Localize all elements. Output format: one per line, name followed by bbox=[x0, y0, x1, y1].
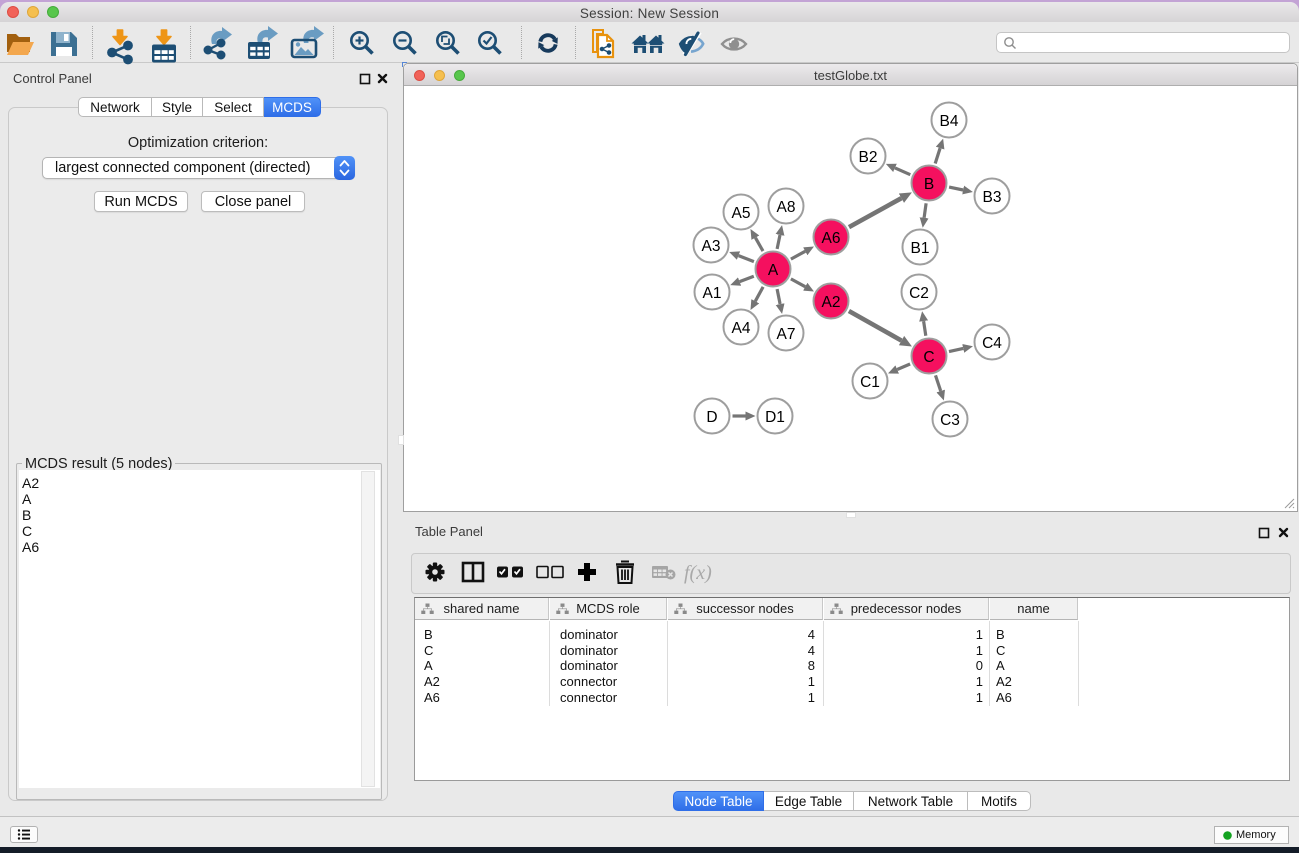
svg-text:A8: A8 bbox=[777, 199, 796, 216]
svg-text:C2: C2 bbox=[909, 285, 929, 302]
svg-text:B1: B1 bbox=[911, 240, 930, 257]
svg-text:A1: A1 bbox=[703, 285, 722, 302]
svg-text:C1: C1 bbox=[860, 374, 880, 391]
svg-text:C4: C4 bbox=[982, 335, 1002, 352]
svg-text:D: D bbox=[706, 409, 717, 426]
svg-text:A: A bbox=[768, 262, 779, 279]
svg-text:A2: A2 bbox=[822, 294, 841, 311]
svg-text:f(x): f(x) bbox=[684, 562, 712, 584]
svg-text:C: C bbox=[923, 349, 934, 366]
svg-text:B3: B3 bbox=[983, 189, 1002, 206]
svg-text:A7: A7 bbox=[777, 326, 796, 343]
svg-text:B: B bbox=[924, 176, 934, 193]
svg-text:A4: A4 bbox=[732, 320, 751, 337]
svg-text:A6: A6 bbox=[822, 230, 841, 247]
svg-text:A5: A5 bbox=[732, 205, 751, 222]
svg-text:B4: B4 bbox=[940, 113, 959, 130]
svg-text:D1: D1 bbox=[765, 409, 785, 426]
svg-text:C3: C3 bbox=[940, 412, 960, 429]
svg-text:A3: A3 bbox=[702, 238, 721, 255]
svg-text:B2: B2 bbox=[859, 149, 878, 166]
